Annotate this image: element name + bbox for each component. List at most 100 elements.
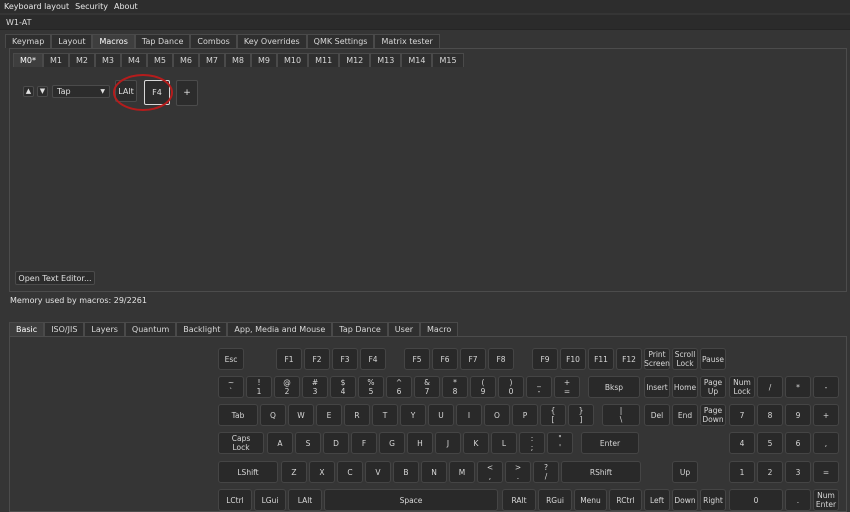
key-f8[interactable]: F8 — [488, 348, 514, 370]
key-symbol[interactable]: * — [785, 376, 811, 398]
key-print-screen[interactable]: Print Screen — [644, 348, 670, 370]
key-esc[interactable]: Esc — [218, 348, 244, 370]
key-v[interactable]: V — [365, 461, 391, 483]
key-pause[interactable]: Pause — [700, 348, 726, 370]
key-page-down[interactable]: Page Down — [700, 404, 726, 426]
key-7[interactable]: 7 — [729, 404, 755, 426]
key-end[interactable]: End — [672, 404, 698, 426]
key-7[interactable]: & 7 — [414, 376, 440, 398]
key-lalt[interactable]: LAlt — [288, 489, 322, 511]
key-d[interactable]: D — [323, 432, 349, 454]
key-rctrl[interactable]: RCtrl — [609, 489, 642, 511]
key-h[interactable]: H — [407, 432, 433, 454]
key-f7[interactable]: F7 — [460, 348, 486, 370]
key-q[interactable]: Q — [260, 404, 286, 426]
key-symbol[interactable]: + = — [554, 376, 580, 398]
key-symbol[interactable]: _ - — [526, 376, 552, 398]
key-1[interactable]: 1 — [729, 461, 755, 483]
key-l[interactable]: L — [491, 432, 517, 454]
key-rgui[interactable]: RGui — [538, 489, 572, 511]
key-lctrl[interactable]: LCtrl — [218, 489, 252, 511]
key-3[interactable]: 3 — [785, 461, 811, 483]
key-z[interactable]: Z — [281, 461, 307, 483]
key-8[interactable]: * 8 — [442, 376, 468, 398]
key-caps-lock[interactable]: Caps Lock — [218, 432, 264, 454]
key-3[interactable]: # 3 — [302, 376, 328, 398]
key-right[interactable]: Right — [700, 489, 726, 511]
key-c[interactable]: C — [337, 461, 363, 483]
key-f5[interactable]: F5 — [404, 348, 430, 370]
key-symbol[interactable]: = — [813, 461, 839, 483]
key-symbol[interactable]: } ] — [568, 404, 594, 426]
key-f6[interactable]: F6 — [432, 348, 458, 370]
key-menu[interactable]: Menu — [574, 489, 607, 511]
key-f[interactable]: F — [351, 432, 377, 454]
key-2[interactable]: @ 2 — [274, 376, 300, 398]
key-u[interactable]: U — [428, 404, 454, 426]
key-p[interactable]: P — [512, 404, 538, 426]
key-f2[interactable]: F2 — [304, 348, 330, 370]
key-g[interactable]: G — [379, 432, 405, 454]
key-num-enter[interactable]: Num Enter — [813, 489, 839, 511]
key-y[interactable]: Y — [400, 404, 426, 426]
key-symbol[interactable]: | \ — [602, 404, 640, 426]
key-o[interactable]: O — [484, 404, 510, 426]
key-up[interactable]: Up — [672, 461, 698, 483]
key-0[interactable]: ) 0 — [498, 376, 524, 398]
key-j[interactable]: J — [435, 432, 461, 454]
key-page-up[interactable]: Page Up — [700, 376, 726, 398]
key-4[interactable]: 4 — [729, 432, 755, 454]
key-symbol[interactable]: < , — [477, 461, 503, 483]
key-m[interactable]: M — [449, 461, 475, 483]
key-f10[interactable]: F10 — [560, 348, 586, 370]
key-rshift[interactable]: RShift — [561, 461, 641, 483]
key-a[interactable]: A — [267, 432, 293, 454]
key-scroll-lock[interactable]: Scroll Lock — [672, 348, 698, 370]
key-6[interactable]: 6 — [785, 432, 811, 454]
key-symbol[interactable]: ? / — [533, 461, 559, 483]
key-symbol[interactable]: - — [813, 376, 839, 398]
key-2[interactable]: 2 — [757, 461, 783, 483]
key-e[interactable]: E — [316, 404, 342, 426]
key-n[interactable]: N — [421, 461, 447, 483]
key-4[interactable]: $ 4 — [330, 376, 356, 398]
key-left[interactable]: Left — [644, 489, 670, 511]
key-home[interactable]: Home — [672, 376, 698, 398]
key-f11[interactable]: F11 — [588, 348, 614, 370]
key-ralt[interactable]: RAlt — [502, 489, 536, 511]
key-5[interactable]: % 5 — [358, 376, 384, 398]
key-0[interactable]: 0 — [729, 489, 783, 511]
key-num-lock[interactable]: Num Lock — [729, 376, 755, 398]
key-symbol[interactable]: ~ ` — [218, 376, 244, 398]
key-b[interactable]: B — [393, 461, 419, 483]
key-x[interactable]: X — [309, 461, 335, 483]
key-space[interactable]: Space — [324, 489, 498, 511]
key-symbol[interactable]: . — [785, 489, 811, 511]
key-5[interactable]: 5 — [757, 432, 783, 454]
key-symbol[interactable]: " ' — [547, 432, 573, 454]
key-f4[interactable]: F4 — [360, 348, 386, 370]
key-1[interactable]: ! 1 — [246, 376, 272, 398]
key-tab[interactable]: Tab — [218, 404, 258, 426]
key-f12[interactable]: F12 — [616, 348, 642, 370]
key-f3[interactable]: F3 — [332, 348, 358, 370]
key-del[interactable]: Del — [644, 404, 670, 426]
key-symbol[interactable]: { [ — [540, 404, 566, 426]
key-f1[interactable]: F1 — [276, 348, 302, 370]
key-s[interactable]: S — [295, 432, 321, 454]
key-6[interactable]: ^ 6 — [386, 376, 412, 398]
key-down[interactable]: Down — [672, 489, 698, 511]
key-k[interactable]: K — [463, 432, 489, 454]
key-w[interactable]: W — [288, 404, 314, 426]
key-9[interactable]: 9 — [785, 404, 811, 426]
key-f9[interactable]: F9 — [532, 348, 558, 370]
key-bksp[interactable]: Bksp — [588, 376, 640, 398]
key-symbol[interactable]: , — [813, 432, 839, 454]
key-lshift[interactable]: LShift — [218, 461, 278, 483]
key-symbol[interactable]: > . — [505, 461, 531, 483]
key-enter[interactable]: Enter — [581, 432, 639, 454]
key-symbol[interactable]: : ; — [519, 432, 545, 454]
key-insert[interactable]: Insert — [644, 376, 670, 398]
key-9[interactable]: ( 9 — [470, 376, 496, 398]
key-r[interactable]: R — [344, 404, 370, 426]
